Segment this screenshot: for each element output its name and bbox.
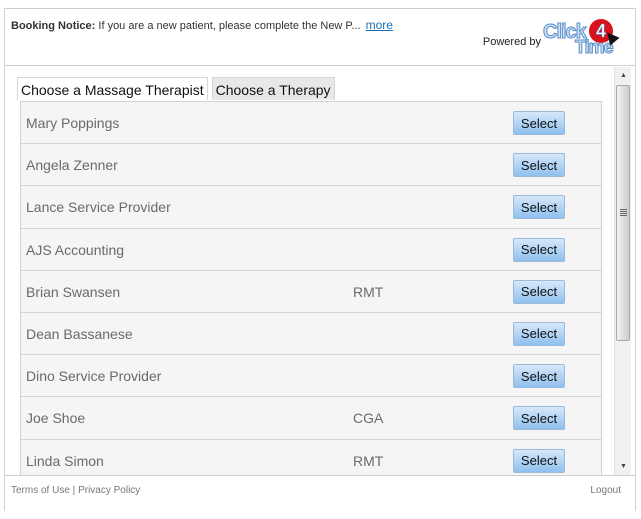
provider-row: Joe Shoe CGA Select [21,397,601,440]
notice-label: Booking Notice: [11,20,96,32]
select-button[interactable]: Select [513,237,565,262]
powered-by-text: Powered by [482,36,541,48]
provider-row: Linda Simon RMT Select [21,440,601,476]
provider-credential: RMT [353,452,384,469]
booking-notice: Booking Notice: If you are a new patient… [11,18,393,32]
tab-massage-therapist[interactable]: Choose a Massage Therapist [17,77,208,100]
provider-name: Dean Bassanese [26,325,133,342]
provider-name: Brian Swansen [26,283,121,300]
scrollbar-thumb[interactable] [616,85,630,341]
provider-credential: CGA [353,410,384,427]
select-button[interactable]: Select [513,448,565,473]
provider-list: Mary Poppings Select Angela Zenner Select La… [20,101,602,475]
provider-row: Mary Poppings Select [21,102,601,145]
terms-of-use-link[interactable]: Terms of Use [11,485,70,496]
notice-text: If you are a new patient, please complet… [95,20,361,32]
powered-by: Powered by Click 4 Time [482,19,620,59]
provider-row: Brian Swansen RMT Select [21,271,601,313]
provider-name: Joe Shoe [26,410,86,427]
provider-name: Lance Service Provider [26,199,171,216]
provider-row: Dean Bassanese Select [21,313,601,356]
footer-separator: | [69,485,79,496]
vertical-scrollbar[interactable]: ▲ ▼ [614,67,631,475]
provider-name: Mary Poppings [26,115,120,131]
provider-row: Dino Service Provider Select [21,355,601,398]
select-button[interactable]: Select [513,153,565,178]
provider-row: Angela Zenner Select [21,144,601,187]
tab-therapy[interactable]: Choose a Therapy [211,77,335,100]
click4time-logo[interactable]: Click 4 Time [543,19,620,59]
logout-link[interactable]: Logout [590,485,621,496]
provider-name: Dino Service Provider [26,368,162,385]
tab-bar: Choose a Massage Therapist Choose a Ther… [17,77,339,100]
provider-credential: RMT [353,283,384,300]
select-button[interactable]: Select [513,111,565,135]
footer-links: Terms of Use | Privacy Policy [11,485,140,496]
grip-icon [620,209,627,217]
provider-row: Lance Service Provider Select [21,186,601,229]
content-area: Choose a Massage Therapist Choose a Ther… [5,67,614,475]
footer: Terms of Use | Privacy Policy Logout [5,475,635,511]
provider-row: AJS Accounting Select [21,229,601,271]
select-button[interactable]: Select [513,364,565,389]
select-button[interactable]: Select [513,195,565,220]
header: Booking Notice: If you are a new patient… [5,9,635,66]
scroll-up-icon[interactable]: ▲ [615,67,632,84]
more-link[interactable]: more [366,18,393,32]
scroll-down-icon[interactable]: ▼ [615,458,632,475]
select-button[interactable]: Select [513,321,565,346]
provider-name: Angela Zenner [26,157,118,174]
provider-name: AJS Accounting [26,241,125,258]
provider-name: Linda Simon [26,452,104,469]
booking-widget: Booking Notice: If you are a new patient… [4,8,636,511]
privacy-policy-link[interactable]: Privacy Policy [78,485,140,496]
select-button[interactable]: Select [513,279,565,304]
select-button[interactable]: Select [513,406,565,431]
